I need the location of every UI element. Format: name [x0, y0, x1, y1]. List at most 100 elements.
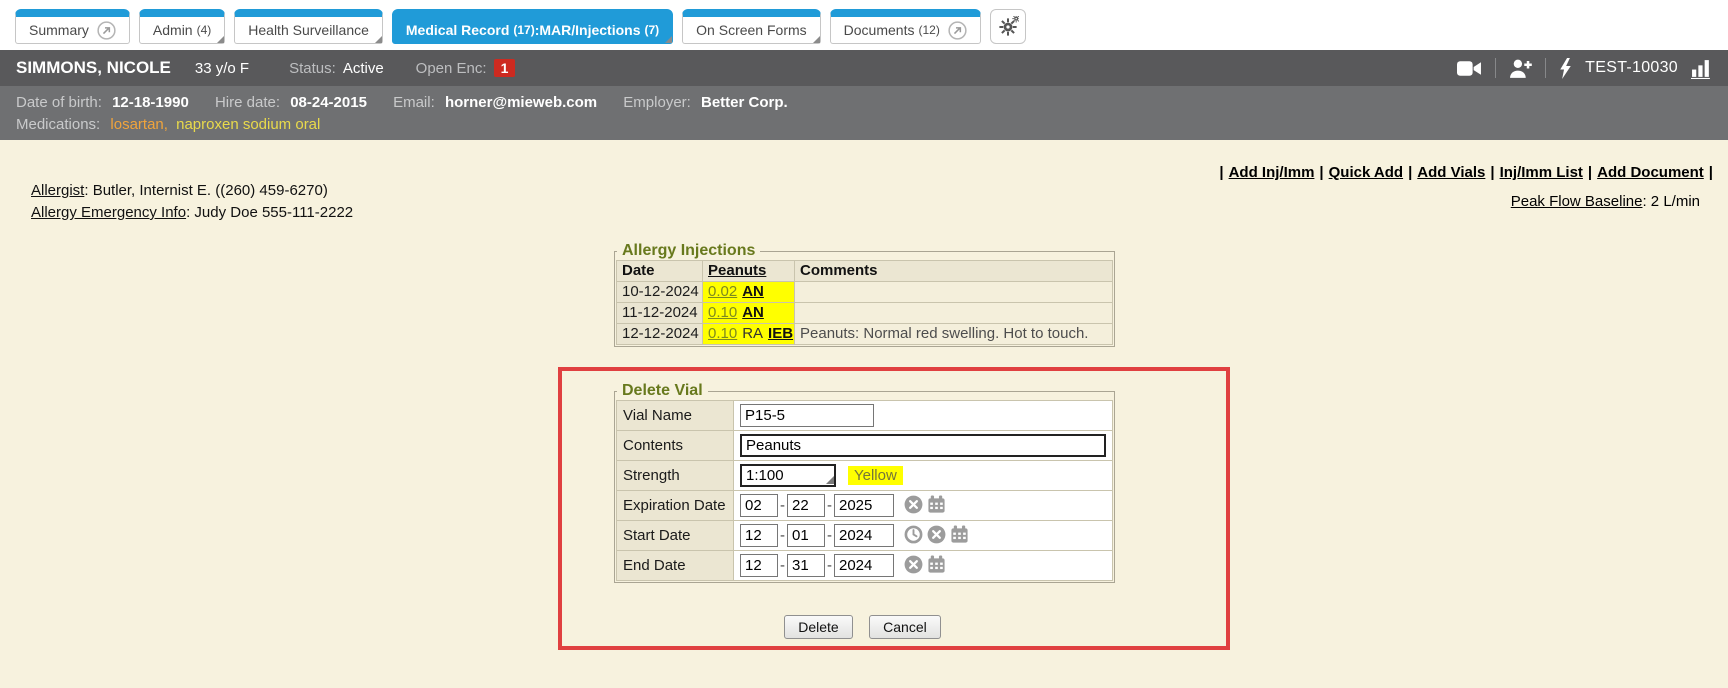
inj-imm-list-link[interactable]: Inj/Imm List: [1500, 164, 1583, 181]
end-month-input[interactable]: [740, 554, 778, 577]
calendar-icon[interactable]: [950, 525, 969, 544]
expiration-day-input[interactable]: [787, 494, 825, 517]
strength-input-wrapper: [740, 464, 836, 487]
delete-button[interactable]: Delete: [784, 615, 852, 639]
clear-date-icon[interactable]: [904, 555, 923, 574]
strength-input[interactable]: [740, 464, 836, 487]
calendar-icon[interactable]: [927, 495, 946, 514]
link-separator: |: [1219, 164, 1223, 181]
quick-add-link[interactable]: Quick Add: [1329, 164, 1403, 181]
injection-comment: [795, 282, 1113, 303]
peak-flow-value: : 2 L/min: [1642, 193, 1700, 210]
reaction-code-link[interactable]: AN: [742, 283, 764, 300]
table-header-row: Date Peanuts Comments: [617, 261, 1113, 282]
strength-row: Strength Yellow: [617, 461, 1113, 491]
tab-summary[interactable]: Summary: [15, 9, 130, 44]
dose-link[interactable]: 0.10: [708, 304, 737, 321]
strength-label: Strength: [617, 461, 734, 491]
video-camera-icon[interactable]: [1457, 59, 1482, 78]
injection-comment: [795, 303, 1113, 324]
demographics-line-2: Medications: losartan, naproxen sodium o…: [16, 114, 1712, 136]
dose-link[interactable]: 0.10: [708, 325, 737, 342]
tab-health-label: Health Surveillance: [248, 22, 369, 38]
divider: [1545, 58, 1546, 78]
clear-date-icon[interactable]: [904, 495, 923, 514]
medication-link-losartan[interactable]: losartan: [110, 116, 163, 133]
dose-link[interactable]: 0.02: [708, 283, 737, 300]
open-encounter-badge[interactable]: 1: [494, 59, 516, 77]
patient-header-bar: SIMMONS, NICOLE 33 y/o F Status: Active …: [0, 50, 1728, 86]
date-separator: -: [780, 557, 785, 574]
add-person-icon[interactable]: [1509, 58, 1532, 79]
add-vials-link[interactable]: Add Vials: [1417, 164, 1485, 181]
link-separator: |: [1408, 164, 1412, 181]
add-inj-imm-link[interactable]: Add Inj/Imm: [1229, 164, 1315, 181]
settings-gear-button[interactable]: [990, 9, 1026, 44]
clear-date-icon[interactable]: [927, 525, 946, 544]
tab-medrec-subcount: (7): [645, 23, 660, 37]
tab-admin[interactable]: Admin (4): [139, 9, 225, 44]
expiration-month-input[interactable]: [740, 494, 778, 517]
tab-summary-label: Summary: [29, 22, 89, 38]
delete-vial-table: Vial Name Contents Strength Yellow Expir…: [616, 400, 1113, 581]
lightning-bolt-icon[interactable]: [1559, 58, 1572, 79]
tab-on-screen-forms[interactable]: On Screen Forms: [682, 9, 820, 44]
col-peanuts: Peanuts: [703, 261, 795, 282]
allergist-value: : Butler, Internist E. ((260) 459-6270): [84, 182, 327, 199]
col-date: Date: [617, 261, 703, 282]
reaction-code-link[interactable]: IEB: [768, 325, 793, 342]
tab-medrec-count: (17): [513, 23, 534, 37]
tab-bar: Summary Admin (4) Health Surveillance Me…: [0, 0, 1728, 50]
contents-input[interactable]: [740, 434, 1106, 457]
delete-vial-fieldset: Delete Vial Vial Name Contents Strength …: [614, 382, 1115, 583]
vial-name-row: Vial Name: [617, 401, 1113, 431]
tab-medrec-sublabel: :MAR/Injections: [535, 22, 641, 38]
end-day-input[interactable]: [787, 554, 825, 577]
expiration-year-input[interactable]: [834, 494, 894, 517]
link-separator: |: [1588, 164, 1592, 181]
external-link-icon[interactable]: [948, 21, 967, 40]
reaction-code-link[interactable]: AN: [742, 304, 764, 321]
action-links-row: |Add Inj/Imm|Quick Add|Add Vials|Inj/Imm…: [1214, 164, 1718, 181]
clock-icon[interactable]: [904, 525, 923, 544]
tab-documents[interactable]: Documents (12): [830, 9, 981, 44]
email-label: Email:: [393, 94, 435, 111]
col-comments: Comments: [795, 261, 1113, 282]
start-day-input[interactable]: [787, 524, 825, 547]
add-document-link[interactable]: Add Document: [1597, 164, 1704, 181]
vial-name-input[interactable]: [740, 404, 874, 427]
link-separator: |: [1490, 164, 1494, 181]
tab-health-surveillance[interactable]: Health Surveillance: [234, 9, 383, 44]
injection-dose-cell: 0.10 AN: [703, 303, 795, 324]
cancel-button[interactable]: Cancel: [869, 615, 941, 639]
status-value: Active: [343, 60, 384, 77]
link-separator: |: [1319, 164, 1323, 181]
delete-vial-title: Delete Vial: [617, 382, 708, 400]
allergy-emergency-link[interactable]: Allergy Emergency Info: [31, 204, 186, 221]
start-date-row: Start Date --: [617, 521, 1113, 551]
divider: [1495, 58, 1496, 78]
hire-date-label: Hire date:: [215, 94, 280, 111]
table-row: 11-12-2024 0.10AN: [617, 303, 1113, 324]
peanuts-column-link[interactable]: Peanuts: [708, 262, 766, 279]
medication-link-naproxen[interactable]: naproxen sodium oral: [176, 116, 320, 133]
start-month-input[interactable]: [740, 524, 778, 547]
calendar-icon[interactable]: [927, 555, 946, 574]
allergy-injections-title: Allergy Injections: [617, 242, 760, 260]
peak-flow-baseline: Peak Flow Baseline: 2 L/min: [1511, 193, 1700, 210]
patient-id: TEST-10030: [1585, 59, 1678, 77]
peak-flow-link[interactable]: Peak Flow Baseline: [1511, 193, 1643, 210]
allergy-injections-fieldset: Allergy Injections Date Peanuts Comments…: [614, 242, 1115, 347]
start-year-input[interactable]: [834, 524, 894, 547]
employer-value: Better Corp.: [701, 94, 788, 111]
external-link-icon[interactable]: [97, 21, 116, 40]
allergy-emergency-value: : Judy Doe 555-111-2222: [186, 204, 353, 221]
main-content: |Add Inj/Imm|Quick Add|Add Vials|Inj/Imm…: [0, 140, 1728, 688]
end-year-input[interactable]: [834, 554, 894, 577]
status-label: Status:: [289, 60, 336, 77]
tab-medical-record[interactable]: Medical Record (17) :MAR/Injections (7): [392, 9, 673, 44]
bar-chart-icon[interactable]: [1691, 58, 1712, 79]
date-separator: -: [780, 527, 785, 544]
allergist-link[interactable]: Allergist: [31, 182, 84, 199]
injection-date: 10-12-2024: [617, 282, 703, 303]
